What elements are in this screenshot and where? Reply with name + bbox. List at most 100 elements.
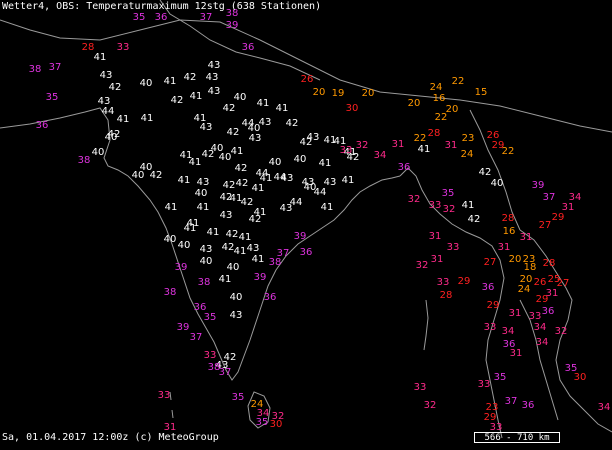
station-temperature-label: 20 xyxy=(408,98,421,109)
scale-bar: 566 - 710 km xyxy=(474,432,560,443)
station-temperature-label: 34 xyxy=(374,150,387,161)
station-temperature-label: 33 xyxy=(158,390,171,401)
station-temperature-label: 35 xyxy=(46,92,59,103)
station-temperature-label: 41 xyxy=(252,254,265,265)
station-temperature-label: 35 xyxy=(204,312,217,323)
station-temperature-label: 20 xyxy=(509,254,522,265)
station-temperature-label: 41 xyxy=(178,175,191,186)
station-temperature-label: 36 xyxy=(542,306,555,317)
station-temperature-label: 40 xyxy=(200,256,213,267)
station-temperature-label: 42 xyxy=(150,170,163,181)
station-temperature-label: 35 xyxy=(256,417,269,428)
station-temperature-label: 41 xyxy=(234,246,247,257)
map-header-title: Wetter4, OBS: Temperaturmaximum 12stg (6… xyxy=(2,1,322,12)
station-temperature-label: 40 xyxy=(294,154,307,165)
station-temperature-label: 41 xyxy=(319,158,332,169)
station-temperature-label: 39 xyxy=(532,180,545,191)
myanmar-border xyxy=(469,109,521,231)
station-temperature-label: 39 xyxy=(294,231,307,242)
station-temperature-label: 33 xyxy=(447,242,460,253)
station-temperature-label: 43 xyxy=(259,117,272,128)
station-temperature-label: 42 xyxy=(286,118,299,129)
station-temperature-label: 42 xyxy=(222,242,235,253)
station-temperature-label: 43 xyxy=(230,310,243,321)
station-temperature-label: 41 xyxy=(239,232,252,243)
station-temperature-label: 42 xyxy=(223,103,236,114)
station-temperature-label: 33 xyxy=(429,200,442,211)
northern-border xyxy=(159,0,321,81)
station-temperature-label: 36 xyxy=(300,247,313,258)
station-temperature-label: 40 xyxy=(227,262,240,273)
station-temperature-label: 33 xyxy=(414,382,427,393)
station-temperature-label: 42 xyxy=(171,95,184,106)
station-temperature-label: 33 xyxy=(204,350,217,361)
station-temperature-label: 44 xyxy=(242,118,255,129)
station-temperature-label: 41 xyxy=(276,103,289,114)
station-temperature-label: 43 xyxy=(197,177,210,188)
station-temperature-label: 40 xyxy=(140,78,153,89)
station-temperature-label: 29 xyxy=(487,300,500,311)
station-temperature-label: 40 xyxy=(491,178,504,189)
station-temperature-label: 33 xyxy=(484,322,497,333)
station-temperature-label: 16 xyxy=(433,93,446,104)
station-temperature-label: 36 xyxy=(155,12,168,23)
station-temperature-label: 37 xyxy=(277,248,290,259)
station-temperature-label: 37 xyxy=(49,62,62,73)
station-temperature-label: 23 xyxy=(462,133,475,144)
station-temperature-label: 42 xyxy=(220,192,233,203)
station-temperature-label: 18 xyxy=(524,262,537,273)
station-temperature-label: 40 xyxy=(269,157,282,168)
station-temperature-label: 40 xyxy=(195,188,208,199)
station-temperature-label: 38 xyxy=(164,287,177,298)
station-temperature-label: 31 xyxy=(431,254,444,265)
station-temperature-label: 37 xyxy=(190,332,203,343)
station-temperature-label: 32 xyxy=(416,260,429,271)
station-temperature-label: 36 xyxy=(522,400,535,411)
station-temperature-label: 28 xyxy=(82,42,95,53)
station-temperature-label: 42 xyxy=(479,167,492,178)
station-temperature-label: 36 xyxy=(482,282,495,293)
station-temperature-label: 39 xyxy=(254,272,267,283)
station-temperature-label: 32 xyxy=(555,326,568,337)
andaman-islands xyxy=(423,299,429,351)
station-temperature-label: 20 xyxy=(313,87,326,98)
station-temperature-label: 33 xyxy=(340,145,353,156)
station-temperature-label: 40 xyxy=(178,240,191,251)
station-temperature-label: 40 xyxy=(230,292,243,303)
station-temperature-label: 41 xyxy=(231,146,244,157)
station-temperature-label: 42 xyxy=(202,149,215,160)
station-temperature-label: 29 xyxy=(552,212,565,223)
station-temperature-label: 37 xyxy=(505,396,518,407)
station-temperature-label: 20 xyxy=(446,104,459,115)
map-frame: 35 36 28 33 38 37 35 36 41 43 40 42 43 44 41 42 40 40 38 41… xyxy=(0,0,612,446)
station-temperature-label: 42 xyxy=(241,197,254,208)
station-temperature-label: 34 xyxy=(534,322,547,333)
station-temperature-label: 41 xyxy=(219,274,232,285)
station-temperature-label: 41 xyxy=(252,183,265,194)
station-temperature-label: 38 xyxy=(29,64,42,75)
station-temperature-label: 41 xyxy=(141,113,154,124)
station-temperature-label: 41 xyxy=(187,218,200,229)
station-temperature-label: 26 xyxy=(534,277,547,288)
station-temperature-label: 31 xyxy=(429,231,442,242)
station-temperature-label: 24 xyxy=(518,284,531,295)
station-temperature-label: 38 xyxy=(198,277,211,288)
station-temperature-label: 42 xyxy=(184,72,197,83)
station-temperature-label: 34 xyxy=(502,326,515,337)
station-temperature-label: 43 xyxy=(200,122,213,133)
station-temperature-label: 41 xyxy=(190,91,203,102)
station-temperature-label: 41 xyxy=(165,202,178,213)
station-temperature-label: 31 xyxy=(546,288,559,299)
station-values-layer: 35 3628 3338 373536414340424344414240403841… xyxy=(29,8,611,433)
station-temperature-label: 43 xyxy=(247,243,260,254)
station-temperature-label: 36 xyxy=(242,42,255,53)
station-temperature-label: 38 xyxy=(78,155,91,166)
station-temperature-label: 31 xyxy=(520,232,533,243)
station-temperature-label: 33 xyxy=(478,379,491,390)
station-temperature-label: 31 xyxy=(445,140,458,151)
station-temperature-label: 27 xyxy=(539,220,552,231)
station-temperature-label: 44 xyxy=(274,172,287,183)
station-temperature-label: 41 xyxy=(254,207,267,218)
station-temperature-label: 16 xyxy=(503,226,516,237)
station-temperature-label: 28 xyxy=(502,213,515,224)
